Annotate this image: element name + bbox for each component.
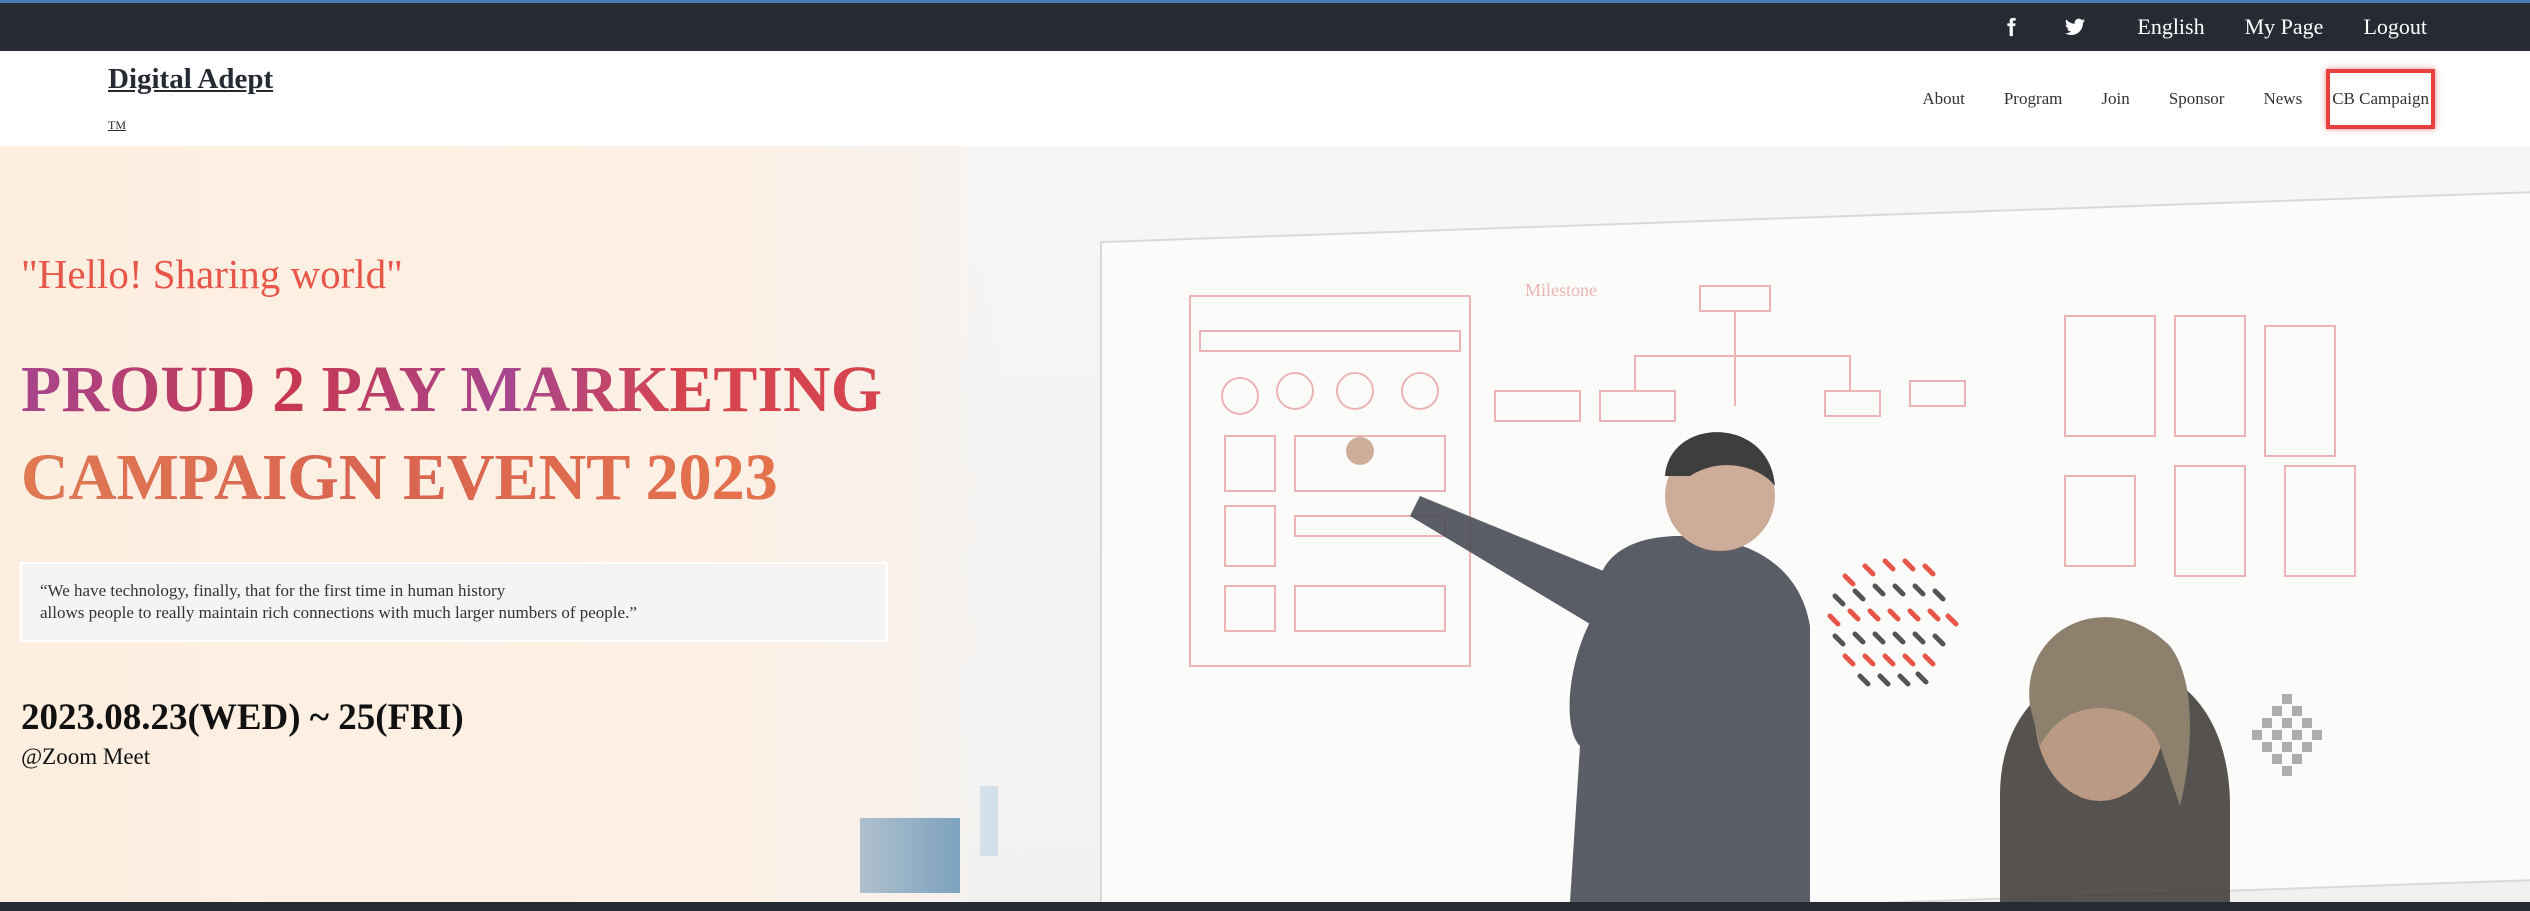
trademark-mark: TM (108, 118, 126, 132)
quote-line1: “We have technology, finally, that for t… (40, 581, 506, 600)
nav-sponsor[interactable]: Sponsor (2169, 89, 2225, 109)
twitter-icon[interactable] (2063, 15, 2087, 39)
quote-box: “We have technology, finally, that for t… (20, 562, 888, 642)
hero-section: Milestone "Hello! Sharing world" PROUD 2… (0, 146, 2530, 902)
event-date: 2023.08.23(WED) ~ 25(FRI) (21, 697, 464, 738)
nav-cb-campaign[interactable]: CB Campaign (2326, 68, 2435, 129)
logout-link[interactable]: Logout (2363, 14, 2427, 40)
site-header: Digital Adept TM About Program Join Spon… (0, 51, 2530, 146)
quote-line2: allows people to really maintain rich co… (40, 603, 637, 622)
hero-title-line2: CAMPAIGN EVENT 2023 (21, 434, 882, 522)
nav-about[interactable]: About (1922, 89, 1965, 109)
top-bar: English My Page Logout (0, 0, 2530, 51)
language-link[interactable]: English (2137, 14, 2204, 40)
hero-title: PROUD 2 PAY MARKETING CAMPAIGN EVENT 202… (21, 346, 882, 522)
hero-tagline: "Hello! Sharing world" (21, 251, 403, 297)
my-page-link[interactable]: My Page (2245, 14, 2324, 40)
event-venue: @Zoom Meet (21, 744, 151, 769)
brand-logo[interactable]: Digital Adept (108, 63, 273, 96)
main-nav: About Program Join Sponsor News CB Campa… (1883, 51, 2530, 146)
nav-join[interactable]: Join (2101, 89, 2129, 109)
bottom-bar (0, 902, 2530, 911)
nav-news[interactable]: News (2263, 89, 2302, 109)
top-bar-right: English My Page Logout (1999, 3, 2427, 51)
nav-program[interactable]: Program (2004, 89, 2063, 109)
facebook-icon[interactable] (1999, 15, 2023, 39)
svg-text:Milestone: Milestone (1525, 280, 1597, 300)
hero-title-line1: PROUD 2 PAY MARKETING (21, 353, 883, 426)
